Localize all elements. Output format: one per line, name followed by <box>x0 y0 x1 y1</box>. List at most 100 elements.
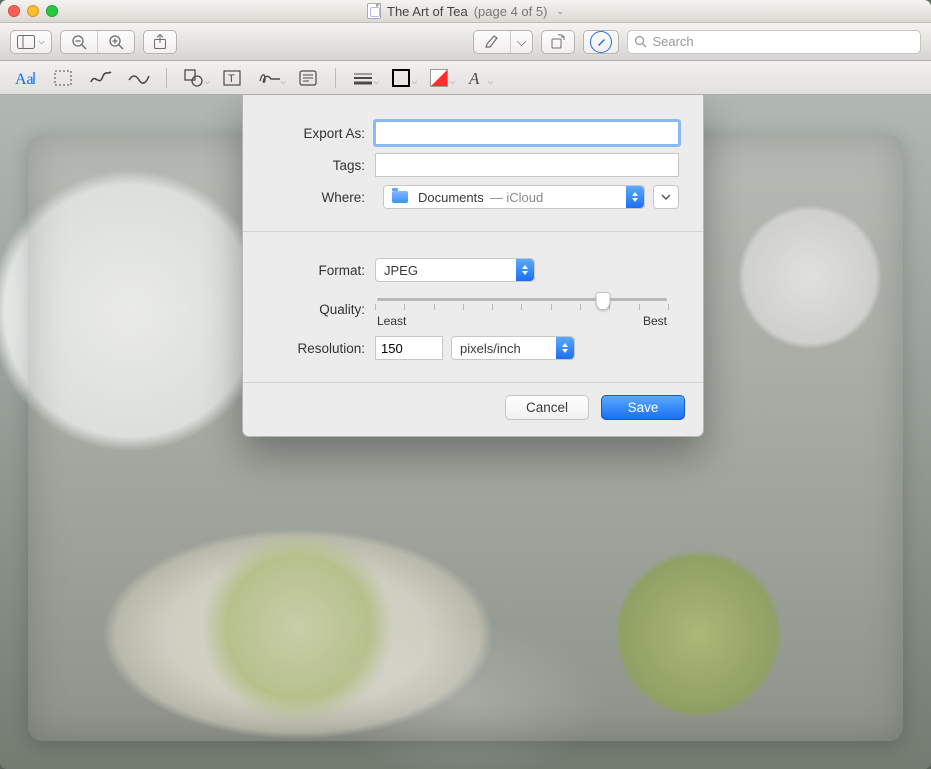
rect-selection-tool[interactable] <box>46 65 80 91</box>
sidebar-icon <box>17 35 35 49</box>
tags-label: Tags: <box>267 158 375 173</box>
chevron-down-icon: ⌵ <box>374 79 379 87</box>
where-select[interactable]: Documents — iCloud <box>383 185 645 209</box>
toolbar-separator <box>166 68 167 88</box>
chevron-down-icon: ⌵ <box>205 79 210 87</box>
draw-tool[interactable] <box>122 65 156 91</box>
smooth-squiggle-icon <box>128 70 150 86</box>
chevron-down-icon: ⌵ <box>517 34 527 50</box>
rotate-button[interactable] <box>541 30 575 54</box>
folder-icon <box>392 191 408 203</box>
select-stepper-icon <box>516 259 534 281</box>
text-tool[interactable]: T <box>215 65 249 91</box>
format-value: JPEG <box>384 263 418 278</box>
quality-label: Quality: <box>267 302 375 317</box>
text-selection-tool[interactable]: Aa <box>8 65 42 91</box>
chevron-down-icon: ⌵ <box>412 79 417 87</box>
chevron-down-icon <box>661 193 671 201</box>
sidebar-toggle-button[interactable]: ⌵ <box>10 30 52 54</box>
highlight-group: ⌵ <box>473 30 534 54</box>
sketch-tool[interactable] <box>84 65 118 91</box>
quality-best-label: Best <box>643 314 667 328</box>
sheet-footer: Cancel Save <box>243 383 703 436</box>
svg-text:T: T <box>228 73 235 85</box>
resolution-unit-select[interactable]: pixels/inch <box>451 336 575 360</box>
chevron-down-icon: ⌵ <box>450 79 455 87</box>
markup-toolbar: Aa ⌵ T ⌵ ⌵ ⌵ <box>0 61 931 95</box>
slider-ticks <box>375 304 669 310</box>
zoom-out-button[interactable] <box>61 31 97 53</box>
sign-tool[interactable]: ⌵ <box>253 65 287 91</box>
squiggle-icon <box>90 70 112 86</box>
search-icon <box>634 35 647 48</box>
format-label: Format: <box>267 263 375 278</box>
share-icon <box>153 34 167 50</box>
minimize-window-button[interactable] <box>27 5 39 17</box>
window-title-page: (page 4 of 5) <box>474 4 548 19</box>
resolution-unit-value: pixels/inch <box>460 341 521 356</box>
title-menu-caret-icon: ⌄ <box>556 6 564 17</box>
quality-least-label: Least <box>377 314 406 328</box>
border-swatch-icon <box>392 69 410 87</box>
svg-text:A: A <box>468 69 480 87</box>
toolbar-separator <box>335 68 336 88</box>
expand-where-button[interactable] <box>653 185 679 209</box>
zoom-group <box>60 30 135 54</box>
select-stepper-icon <box>626 186 644 208</box>
where-location-suffix: — iCloud <box>490 190 543 205</box>
export-as-label: Export As: <box>267 126 375 141</box>
line-weight-icon <box>353 71 373 85</box>
export-sheet: Export As: Tags: Where: Documents — iClo… <box>242 95 704 437</box>
window-title: The Art of Tea (page 4 of 5) ⌄ <box>0 3 931 19</box>
resolution-field[interactable] <box>375 336 443 360</box>
where-folder: Documents <box>418 190 484 205</box>
fill-color-tool[interactable]: ⌵ <box>422 65 456 91</box>
note-tool[interactable] <box>291 65 325 91</box>
quality-slider[interactable] <box>377 298 667 301</box>
export-as-field[interactable] <box>375 121 679 145</box>
chevron-down-icon: ⌵ <box>488 79 493 87</box>
titlebar: The Art of Tea (page 4 of 5) ⌄ <box>0 0 931 23</box>
document-area: Export As: Tags: Where: Documents — iClo… <box>0 95 931 769</box>
select-stepper-icon <box>556 337 574 359</box>
save-button[interactable]: Save <box>601 395 685 420</box>
fill-swatch-icon <box>430 69 448 87</box>
border-color-tool[interactable]: ⌵ <box>384 65 418 91</box>
markup-button[interactable] <box>583 30 619 54</box>
highlight-menu-button[interactable]: ⌵ <box>510 31 533 53</box>
text-a-icon: Aa <box>14 69 36 87</box>
where-label: Where: <box>267 190 375 205</box>
zoom-in-icon <box>108 34 124 50</box>
window-controls <box>8 5 58 17</box>
signature-icon <box>258 70 282 86</box>
window-title-text: The Art of Tea <box>387 4 468 19</box>
tags-field[interactable] <box>375 153 679 177</box>
chevron-down-icon: ⌵ <box>281 79 286 87</box>
rotate-left-icon <box>550 34 566 50</box>
highlight-button[interactable] <box>474 31 510 53</box>
svg-text:Aa: Aa <box>15 71 34 87</box>
zoom-in-button[interactable] <box>97 31 134 53</box>
zoom-window-button[interactable] <box>46 5 58 17</box>
text-style-icon: A <box>468 69 486 87</box>
markup-pen-icon <box>590 31 612 53</box>
shapes-icon <box>184 69 204 87</box>
marquee-icon <box>54 70 72 86</box>
preview-window: The Art of Tea (page 4 of 5) ⌄ ⌵ <box>0 0 931 769</box>
search-field[interactable]: Search <box>627 30 921 54</box>
shapes-tool[interactable]: ⌵ <box>177 65 211 91</box>
cancel-button[interactable]: Cancel <box>505 395 589 420</box>
chevron-down-icon: ⌵ <box>38 37 44 47</box>
format-select[interactable]: JPEG <box>375 258 535 282</box>
highlighter-icon <box>484 35 500 49</box>
text-style-tool[interactable]: A ⌵ <box>460 65 494 91</box>
line-weight-tool[interactable]: ⌵ <box>346 65 380 91</box>
zoom-out-icon <box>71 34 87 50</box>
main-toolbar: ⌵ ⌵ <box>0 23 931 61</box>
close-window-button[interactable] <box>8 5 20 17</box>
text-box-icon: T <box>223 70 241 86</box>
search-placeholder: Search <box>652 34 693 49</box>
share-button[interactable] <box>143 30 177 54</box>
quality-slider-thumb[interactable] <box>596 292 611 310</box>
document-icon <box>367 3 381 19</box>
